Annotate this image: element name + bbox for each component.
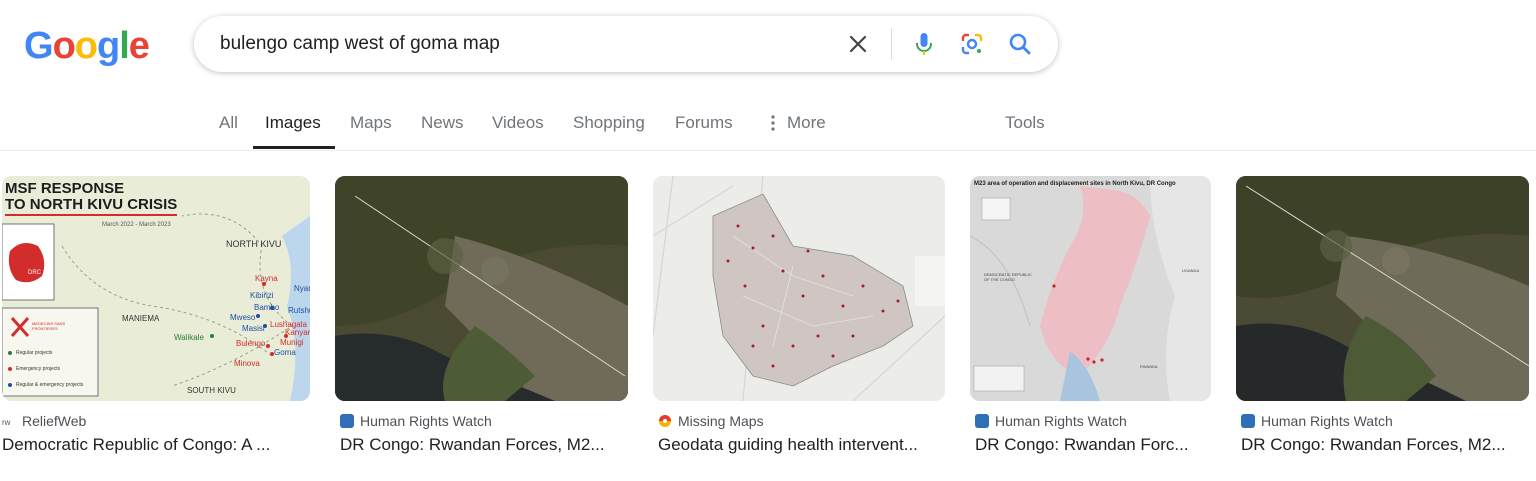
map-legend-item: Emergency projects: [16, 366, 61, 372]
svg-text:rw: rw: [2, 418, 11, 427]
map-legend-org: MEDECINS SANS FRONTIERES: [32, 321, 66, 331]
logo-letter: e: [128, 25, 150, 67]
result-source[interactable]: Missing Maps: [658, 412, 764, 430]
result-thumbnail[interactable]: MSF RESPONSE TO NORTH KIVU CRISIS March …: [2, 176, 310, 401]
tab-more[interactable]: More: [787, 112, 826, 134]
map-heading: M23 area of operation and displacement s…: [974, 181, 1176, 187]
map-label: Rutshuru: [288, 306, 310, 315]
map-label: MANIEMA: [122, 314, 160, 323]
satellite-image: [1236, 176, 1529, 401]
image-result[interactable]: MSF RESPONSE TO NORTH KIVU CRISIS March …: [2, 176, 310, 454]
map-label: NORTH KIVU: [226, 239, 282, 249]
search-tabs: All Images Maps News Videos Shopping For…: [0, 100, 1536, 151]
map-title: MSF RESPONSE TO NORTH KIVU CRISIS: [5, 180, 178, 213]
logo-letter: o: [52, 25, 76, 67]
result-title[interactable]: DR Congo: Rwandan Forces, M2...: [340, 434, 630, 456]
map-label: SOUTH KIVU: [187, 386, 236, 395]
result-title[interactable]: Geodata guiding health intervent...: [658, 434, 943, 456]
map-label: Kibirizi: [250, 291, 274, 300]
result-source[interactable]: Human Rights Watch: [1241, 412, 1393, 430]
map-label: Bambo: [254, 303, 280, 312]
image-result[interactable]: Human Rights Watch DR Congo: Rwandan For…: [335, 176, 628, 454]
satellite-image: [335, 176, 628, 401]
map-label: Walikale: [174, 333, 204, 342]
active-tab-indicator: [253, 146, 335, 149]
map-legend-item: Regular projects: [16, 350, 53, 356]
map-label: Kayna: [255, 274, 278, 283]
image-result[interactable]: Missing Maps Geodata guiding health inte…: [653, 176, 945, 454]
logo-letter: G: [24, 25, 54, 67]
google-lens-icon[interactable]: [958, 30, 986, 58]
result-thumbnail[interactable]: [1236, 176, 1529, 401]
tools-button[interactable]: Tools: [1005, 112, 1045, 134]
map-label: Munigi: [280, 338, 304, 347]
map-label: Bulengo: [236, 339, 266, 348]
map-title-underline: [5, 214, 177, 216]
result-source[interactable]: rw ReliefWeb: [2, 412, 86, 430]
tab-shopping[interactable]: Shopping: [573, 112, 645, 134]
result-source[interactable]: Human Rights Watch: [340, 412, 492, 430]
tab-images[interactable]: Images: [265, 112, 321, 134]
logo-letter: o: [74, 25, 98, 67]
map-label: Masisi: [242, 324, 265, 333]
hrw-icon: [340, 414, 354, 428]
tab-videos[interactable]: Videos: [492, 112, 544, 134]
map-label: DEMOCRATIC REPUBLIC OF THE CONGO: [984, 272, 1032, 282]
logo-letter: l: [119, 25, 130, 67]
clear-icon[interactable]: [846, 32, 870, 56]
result-title[interactable]: Democratic Republic of Congo: A ...: [2, 434, 302, 456]
result-title[interactable]: DR Congo: Rwandan Forc...: [975, 434, 1207, 456]
map-label: Nyamilima: [294, 284, 310, 293]
map-label: RWANDA: [1140, 364, 1158, 369]
missing-maps-icon: [659, 415, 671, 427]
map-label: Kanyaruchinya: [285, 328, 310, 337]
result-thumbnail[interactable]: [335, 176, 628, 401]
reliefweb-icon: rw: [2, 418, 11, 427]
tab-maps[interactable]: Maps: [350, 112, 392, 134]
map-label: DRC: [28, 270, 41, 276]
search-bar[interactable]: bulengo camp west of goma map: [194, 16, 1058, 72]
map-legend-item: Regular & emergency projects: [16, 382, 84, 388]
m23-map-image: [970, 176, 1211, 401]
map-label: Mweso: [230, 313, 256, 322]
search-divider: [891, 28, 892, 60]
logo-letter: g: [97, 25, 120, 67]
camp-map-image: [653, 176, 945, 401]
more-vertical-icon[interactable]: [770, 114, 776, 132]
image-result[interactable]: M23 area of operation and displacement s…: [970, 176, 1211, 454]
hrw-icon: [975, 414, 989, 428]
map-label: Minova: [234, 359, 260, 368]
google-logo[interactable]: Google: [24, 24, 150, 68]
result-title[interactable]: DR Congo: Rwandan Forces, M2...: [1241, 434, 1526, 456]
tab-all[interactable]: All: [219, 112, 238, 134]
map-label: Goma: [274, 348, 296, 357]
search-input[interactable]: bulengo camp west of goma map: [220, 32, 500, 56]
image-result[interactable]: Human Rights Watch DR Congo: Rwandan For…: [1236, 176, 1529, 454]
hrw-icon: [1241, 414, 1255, 428]
search-icon[interactable]: [1006, 30, 1034, 58]
map-label: UGANDA: [1182, 268, 1200, 273]
tab-news[interactable]: News: [421, 112, 464, 134]
microphone-icon[interactable]: [910, 30, 938, 58]
map-date: March 2022 - March 2023: [102, 222, 171, 228]
result-thumbnail[interactable]: [653, 176, 945, 401]
result-thumbnail[interactable]: M23 area of operation and displacement s…: [970, 176, 1211, 401]
tab-forums[interactable]: Forums: [675, 112, 733, 134]
result-source[interactable]: Human Rights Watch: [975, 412, 1127, 430]
